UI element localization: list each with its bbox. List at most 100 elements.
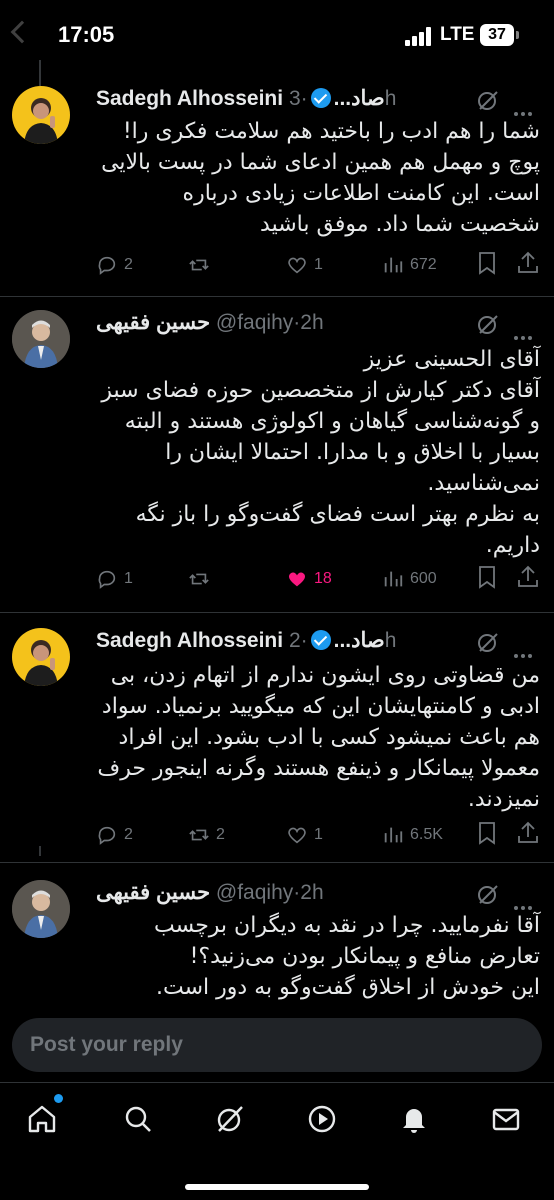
tweet-header: Sadegh Alhosseini صاد...·3h — [96, 86, 540, 116]
battery-tip — [516, 31, 519, 39]
tweet-actions: 1 18 600 — [96, 564, 540, 594]
display-name[interactable]: حسین فقیهی — [96, 311, 210, 334]
views-button[interactable]: 600 — [382, 564, 437, 594]
reply-count: 2 — [124, 256, 133, 273]
divider — [0, 296, 554, 297]
heart-icon — [288, 257, 306, 274]
display-name-fa[interactable]: صاد... — [334, 629, 385, 652]
views-count: 672 — [410, 256, 437, 273]
display-name[interactable]: Sadegh Alhosseini — [96, 629, 283, 652]
share-icon[interactable] — [516, 564, 540, 590]
tweet-actions: 2 2 1 6.5K — [96, 820, 540, 850]
tweet-body: من قضاوتی روی ایشون ندارم از اتهام زدن، … — [97, 663, 540, 812]
like-button[interactable]: 1 — [286, 820, 323, 850]
avatar[interactable] — [12, 628, 70, 686]
tweet-time: 2h — [300, 311, 324, 334]
like-button[interactable]: 1 — [286, 250, 323, 280]
reply-icon — [98, 570, 116, 589]
more-options-icon[interactable] — [514, 322, 536, 340]
status-time: 17:05 — [58, 22, 115, 47]
tweet[interactable]: حسین فقیهی @faqihy·2h آقای الحسینی عزیز … — [0, 310, 554, 610]
display-name[interactable]: حسین فقیهی — [96, 881, 210, 904]
verified-badge-icon — [310, 88, 331, 108]
reply-icon — [98, 256, 116, 275]
reply-button[interactable]: 2 — [96, 250, 133, 280]
divider — [0, 862, 554, 863]
tweet[interactable]: Sadegh Alhosseini صاد...·3h شما را هم اد… — [0, 86, 554, 294]
divider — [0, 612, 554, 613]
repost-button[interactable]: 2 — [188, 820, 225, 850]
views-count: 600 — [410, 570, 437, 587]
avatar[interactable] — [12, 310, 70, 368]
home-indicator — [185, 1184, 369, 1190]
like-count: 18 — [314, 570, 332, 587]
video-icon[interactable] — [306, 1103, 338, 1135]
repost-icon — [189, 573, 209, 585]
reply-placeholder: Post your reply — [30, 1033, 183, 1056]
network-type: LTE — [440, 24, 475, 45]
battery-icon: 37 — [480, 24, 514, 46]
home-notification-dot — [54, 1094, 63, 1103]
grok-icon[interactable] — [476, 882, 500, 906]
like-count: 1 — [314, 256, 323, 273]
heart-filled-icon — [289, 572, 305, 587]
reply-icon — [98, 826, 116, 845]
bookmark-icon[interactable] — [476, 820, 498, 846]
share-icon[interactable] — [516, 820, 540, 846]
back-arrow-icon[interactable] — [10, 20, 34, 44]
search-icon[interactable] — [122, 1103, 154, 1135]
tweet[interactable]: Sadegh Alhosseini صاد...·2h من قضاوتی رو… — [0, 628, 554, 858]
user-handle[interactable]: @faqihy — [216, 311, 293, 334]
more-options-icon[interactable] — [514, 640, 536, 658]
repost-button[interactable] — [188, 564, 216, 594]
grok-icon[interactable] — [214, 1103, 246, 1135]
display-name[interactable]: Sadegh Alhosseini — [96, 87, 283, 110]
tweet-body: آقای الحسینی عزیز آقای دکتر کیارش از متخ… — [101, 347, 540, 558]
heart-icon — [288, 827, 306, 844]
reply-count: 1 — [124, 570, 133, 587]
repost-count: 2 — [216, 826, 225, 843]
tweet-header: Sadegh Alhosseini صاد...·2h — [96, 628, 540, 658]
bookmark-icon[interactable] — [476, 250, 498, 276]
home-icon[interactable] — [26, 1103, 58, 1135]
signal-icon — [405, 26, 433, 46]
views-button[interactable]: 6.5K — [382, 820, 443, 850]
notifications-icon[interactable] — [398, 1103, 430, 1135]
like-button[interactable]: 18 — [286, 564, 332, 594]
messages-icon[interactable] — [490, 1103, 522, 1135]
avatar[interactable] — [12, 86, 70, 144]
reply-input[interactable]: Post your reply — [12, 1018, 542, 1072]
tweet-time: 2h — [300, 881, 324, 904]
tweet-header: حسین فقیهی @faqihy·2h — [96, 880, 540, 910]
share-icon[interactable] — [516, 250, 540, 276]
views-button[interactable]: 672 — [382, 250, 437, 280]
repost-icon — [189, 259, 209, 271]
user-handle[interactable]: @faqihy — [216, 881, 293, 904]
tweet-body: شما را هم ادب را باختید هم سلامت فکری را… — [101, 119, 540, 237]
grok-icon[interactable] — [476, 88, 500, 112]
bookmark-icon[interactable] — [476, 564, 498, 590]
tweet-header: حسین فقیهی @faqihy·2h — [96, 310, 540, 340]
verified-badge-icon — [310, 630, 331, 650]
repost-icon — [189, 829, 209, 841]
views-icon — [384, 571, 403, 587]
display-name-fa[interactable]: صاد... — [334, 87, 385, 110]
views-icon — [384, 257, 403, 273]
more-options-icon[interactable] — [514, 98, 536, 116]
reply-button[interactable]: 2 — [96, 820, 133, 850]
thread-line — [39, 60, 41, 86]
tweet-actions: 2 1 672 — [96, 250, 540, 280]
more-options-icon[interactable] — [514, 892, 536, 910]
tweet[interactable]: حسین فقیهی @faqihy·2h آقا نفرمایید. چرا … — [0, 880, 554, 1006]
grok-icon[interactable] — [476, 312, 500, 336]
tweet-body: آقا نفرمایید. چرا در نقد به دیگران برچسب… — [153, 913, 540, 1000]
bottom-nav — [0, 1082, 554, 1200]
avatar[interactable] — [12, 880, 70, 938]
views-icon — [384, 827, 403, 843]
status-bar: 17:05 LTE 37 — [0, 0, 554, 72]
repost-button[interactable] — [188, 250, 216, 280]
grok-icon[interactable] — [476, 630, 500, 654]
reply-button[interactable]: 1 — [96, 564, 133, 594]
views-count: 6.5K — [410, 826, 443, 843]
like-count: 1 — [314, 826, 323, 843]
